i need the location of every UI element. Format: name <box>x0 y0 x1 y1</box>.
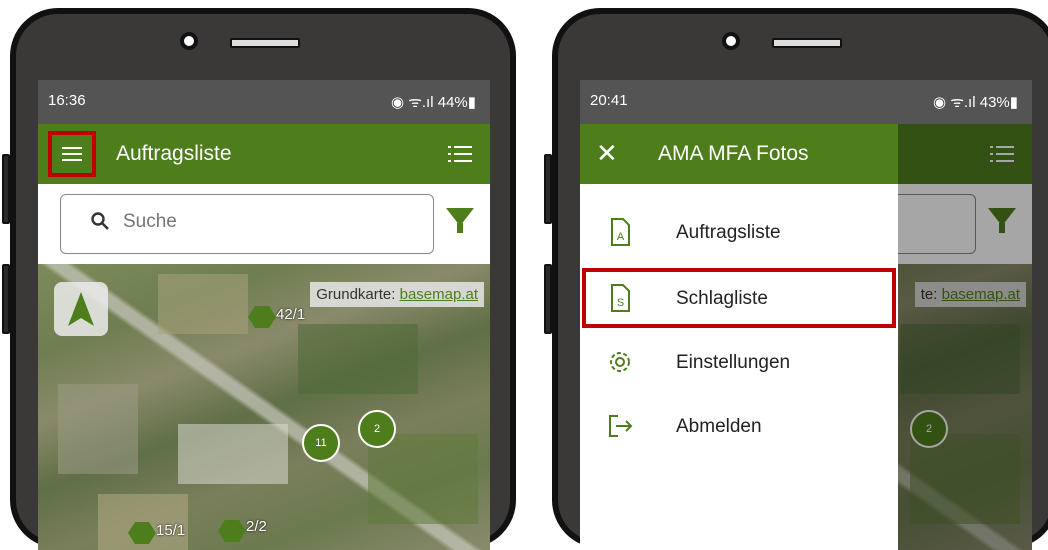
gear-icon <box>610 352 630 372</box>
earpiece-speaker <box>772 38 842 48</box>
status-indicators: ◉ ᯤ.ıl 44%▮ <box>390 94 476 111</box>
search-bar <box>38 184 490 264</box>
front-camera <box>180 32 198 50</box>
drawer-title: AMA MFA Fotos <box>658 142 809 165</box>
basemap-link[interactable]: basemap.at <box>400 286 478 303</box>
parcel-marker[interactable] <box>218 520 246 542</box>
volume-button <box>2 154 10 224</box>
navigation-drawer: ✕ AMA MFA Fotos A Auftragsliste S Schlag… <box>580 124 898 550</box>
drawer-item-label: Schlagliste <box>676 288 768 309</box>
status-indicators: ◉ ᯤ.ıl 43%▮ <box>932 94 1018 111</box>
hamburger-icon <box>62 147 82 149</box>
close-icon[interactable]: ✕ <box>596 138 618 169</box>
drawer-item-abmelden[interactable]: Abmelden <box>582 396 896 456</box>
status-time: 20:41 <box>590 92 628 109</box>
logout-icon <box>609 415 633 437</box>
cluster-marker[interactable]: 11 <box>302 424 340 462</box>
earpiece-speaker <box>230 38 300 48</box>
filter-icon[interactable] <box>446 208 474 233</box>
screen: 16:36 ◉ ᯤ.ıl 44%▮ Auftragsliste Suche Gr… <box>38 80 490 550</box>
location-button[interactable] <box>54 282 108 336</box>
drawer-header: ✕ AMA MFA Fotos <box>580 124 898 184</box>
marker-label: 15/1 <box>156 522 186 539</box>
drawer-scrim[interactable] <box>898 124 1032 550</box>
navigation-arrow-icon <box>68 292 94 326</box>
search-icon <box>91 212 109 230</box>
menu-button[interactable] <box>48 131 96 177</box>
drawer-item-auftragsliste[interactable]: A Auftragsliste <box>582 202 896 262</box>
status-time: 16:36 <box>48 92 86 109</box>
search-input[interactable] <box>123 211 373 233</box>
search-box[interactable] <box>60 194 434 254</box>
phone-right: 20:41 ◉ ᯤ.ıl 43%▮ te: basemap.at 2 ✕ AMA… <box>544 8 1048 550</box>
status-bar: 16:36 ◉ ᯤ.ıl 44%▮ <box>38 80 490 124</box>
power-button <box>544 264 552 334</box>
drawer-item-label: Auftragsliste <box>676 222 781 243</box>
document-a-icon: A <box>611 218 630 246</box>
front-camera <box>722 32 740 50</box>
page-title: Auftragsliste <box>116 142 232 165</box>
status-bar: 20:41 ◉ ᯤ.ıl 43%▮ <box>580 80 1032 124</box>
parcel-marker[interactable] <box>248 306 276 328</box>
list-icon[interactable] <box>448 144 472 164</box>
cluster-marker[interactable]: 2 <box>358 410 396 448</box>
svg-text:S: S <box>617 297 624 309</box>
map-view[interactable]: Grundkarte: basemap.at 42/1 11 2 15/1 2/… <box>38 264 490 550</box>
drawer-item-schlagliste[interactable]: S Schlagliste <box>582 268 896 328</box>
drawer-item-label: Einstellungen <box>676 352 791 373</box>
marker-label: 2/2 <box>246 518 267 535</box>
drawer-item-einstellungen[interactable]: Einstellungen <box>582 332 896 392</box>
screen: 20:41 ◉ ᯤ.ıl 43%▮ te: basemap.at 2 ✕ AMA… <box>580 80 1032 550</box>
drawer-item-label: Abmelden <box>676 416 762 437</box>
volume-button <box>544 154 552 224</box>
svg-text:A: A <box>617 231 625 243</box>
map-attribution: Grundkarte: basemap.at <box>310 282 484 307</box>
document-s-icon: S <box>611 284 630 312</box>
power-button <box>2 264 10 334</box>
app-bar: Auftragsliste <box>38 124 490 184</box>
marker-label: 42/1 <box>276 306 306 323</box>
phone-left: 16:36 ◉ ᯤ.ıl 44%▮ Auftragsliste Suche Gr… <box>2 8 516 550</box>
